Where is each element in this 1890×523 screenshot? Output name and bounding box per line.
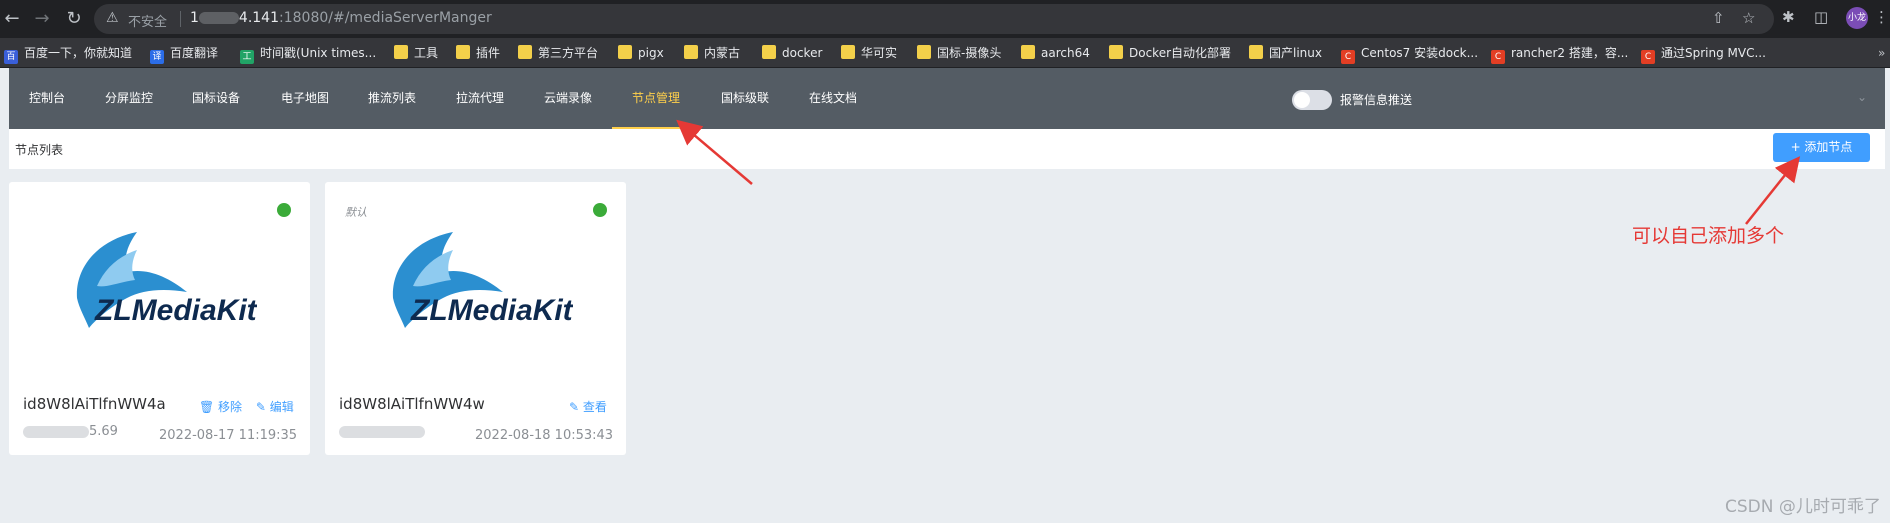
folder-icon (1249, 45, 1263, 59)
timestamp-icon: 工 (240, 50, 254, 64)
folder-icon (762, 45, 776, 59)
reload-icon[interactable]: ↻ (62, 7, 86, 31)
bookmark-item[interactable]: pigx (618, 45, 664, 61)
nav-item-gb-devices[interactable]: 国标设备 (192, 68, 240, 129)
translate-icon: 译 (150, 50, 164, 64)
baidu-icon: 百 (4, 50, 18, 64)
bookmark-item[interactable]: 内蒙古 (684, 45, 740, 61)
node-actions: ✎ 查看 (569, 398, 607, 415)
node-id: id8W8lAiTlfnWW4a (23, 395, 166, 413)
bookmark-item[interactable]: C 通过Spring MVC... (1641, 45, 1766, 64)
svg-text:ZLMediaKit: ZLMediaKit (94, 294, 257, 327)
nav-item-cascade[interactable]: 国标级联 (721, 68, 769, 129)
chevron-down-icon[interactable]: ⌄ (1857, 90, 1867, 104)
bookmark-item[interactable]: docker (762, 45, 822, 61)
folder-icon (684, 45, 698, 59)
nav-item-node-manage[interactable]: 节点管理 (612, 68, 700, 129)
browser-toolbar: ← → ↻ ⚠ 不安全 1 4.141:18080/#/mediaServerMa… (0, 0, 1890, 38)
bookmark-item[interactable]: 华可实 (841, 45, 897, 61)
address-separator (180, 11, 181, 27)
folder-icon (1021, 45, 1035, 59)
warning-icon: ⚠ (106, 10, 119, 26)
sidepanel-icon[interactable]: ◫ (1814, 8, 1828, 26)
bookmark-item[interactable]: 工时间戳(Unix times... (240, 45, 376, 64)
node-id: id8W8lAiTlfnWW4w (339, 395, 485, 413)
online-status-dot (593, 203, 607, 217)
insecure-label: 不安全 (128, 15, 168, 30)
back-icon[interactable]: ← (0, 7, 24, 31)
node-card: ZLMediaKit id8W8lAiTlfnWW4a 🗑 移除 ✎ 编辑 5.… (9, 182, 310, 455)
csdn-watermark: CSDN @儿时可乖了 (1725, 497, 1881, 517)
nav-item-push-list[interactable]: 推流列表 (368, 68, 416, 129)
star-icon[interactable]: ☆ (1742, 9, 1755, 27)
view-node-button[interactable]: ✎ 查看 (569, 400, 607, 414)
nav-item-pull-proxy[interactable]: 拉流代理 (456, 68, 504, 129)
top-nav: 控制台 分屏监控 国标设备 电子地图 推流列表 拉流代理 云端录像 节点管理 国… (9, 68, 1885, 129)
nav-item-cloud-record[interactable]: 云端录像 (544, 68, 592, 129)
folder-icon (394, 45, 408, 59)
folder-icon (917, 45, 931, 59)
url-prefix: 1 (190, 10, 199, 26)
forward-icon[interactable]: → (30, 7, 54, 31)
node-created-date: 2022-08-18 10:53:43 (475, 428, 614, 443)
url-text[interactable]: 1 4.141:18080/#/mediaServerManger (190, 10, 492, 26)
bookmark-item[interactable]: C Centos7 安装dock... (1341, 45, 1478, 64)
redacted-host (198, 12, 239, 24)
bookmark-item[interactable]: aarch64 (1021, 45, 1090, 61)
nav-item-split-view[interactable]: 分屏监控 (105, 68, 153, 129)
remove-node-button[interactable]: 🗑 移除 (199, 400, 242, 414)
bookmarks-bar: 百百度一下，你就知道 译百度翻译 工时间戳(Unix times... 工具 插… (0, 38, 1890, 68)
bookmark-item[interactable]: 译百度翻译 (150, 45, 218, 64)
node-created-date: 2022-08-17 11:19:35 (159, 428, 298, 443)
alarm-push-toggle[interactable] (1292, 90, 1332, 110)
page-title: 节点列表 (15, 143, 64, 157)
bookmark-item[interactable]: 国标-摄像头 (917, 45, 1001, 61)
nav-item-map[interactable]: 电子地图 (281, 68, 329, 129)
redacted-ip (23, 425, 89, 438)
add-node-button[interactable]: + 添加节点 (1773, 133, 1870, 162)
node-actions: 🗑 移除 ✎ 编辑 (199, 398, 294, 415)
csdn-icon: C (1491, 50, 1505, 64)
page-header: 节点列表 + 添加节点 (9, 129, 1885, 169)
bookmark-item[interactable]: 插件 (456, 45, 500, 61)
nav-item-docs[interactable]: 在线文档 (809, 68, 857, 129)
web-app: 控制台 分屏监控 国标设备 电子地图 推流列表 拉流代理 云端录像 节点管理 国… (9, 68, 1885, 523)
alarm-push-label: 报警信息推送 (1340, 93, 1413, 107)
redacted-ip (339, 425, 425, 438)
node-card: 默认 ZLMediaKit id8W8lAiTlfnWW4w ✎ 查看 2022… (325, 182, 626, 455)
bookmark-item[interactable]: 第三方平台 (518, 45, 598, 61)
bookmark-item[interactable]: 百百度一下，你就知道 (4, 45, 132, 64)
svg-text:ZLMediaKit: ZLMediaKit (410, 294, 573, 327)
node-ip (339, 424, 425, 439)
bookmark-item[interactable]: 国产linux (1249, 45, 1322, 61)
share-icon[interactable]: ⇧ (1712, 9, 1725, 27)
bookmark-item[interactable]: Docker自动化部署 (1109, 45, 1231, 61)
bookmarks-overflow-icon[interactable]: » (1878, 45, 1885, 61)
folder-icon (1109, 45, 1123, 59)
folder-icon (841, 45, 855, 59)
zlmediakit-logo: ZLMediaKit (392, 232, 573, 328)
address-bar[interactable]: ⚠ 不安全 1 4.141:18080/#/mediaServerManger ⇧… (94, 4, 1774, 34)
menu-icon[interactable]: ⋮ (1874, 8, 1889, 26)
profile-avatar[interactable]: 小龙 (1846, 7, 1868, 29)
folder-icon (456, 45, 470, 59)
default-badge: 默认 (345, 206, 367, 219)
extensions-icon[interactable]: ✱ (1782, 8, 1795, 26)
nav-item-console[interactable]: 控制台 (29, 68, 65, 129)
zlmediakit-logo: ZLMediaKit (76, 232, 257, 328)
node-ip: 5.69 (23, 424, 118, 439)
csdn-icon: C (1641, 50, 1655, 64)
url-path: :18080/#/mediaServerManger (279, 10, 492, 26)
csdn-icon: C (1341, 50, 1355, 64)
annotation-text: 可以自己添加多个 (1632, 225, 1785, 247)
online-status-dot (277, 203, 291, 217)
folder-icon (518, 45, 532, 59)
bookmark-item[interactable]: Crancher2 搭建，容... (1491, 45, 1628, 64)
bookmark-item[interactable]: 工具 (394, 45, 438, 61)
edit-node-button[interactable]: ✎ 编辑 (256, 400, 294, 414)
folder-icon (618, 45, 632, 59)
url-host-end: 4.141 (238, 10, 280, 26)
